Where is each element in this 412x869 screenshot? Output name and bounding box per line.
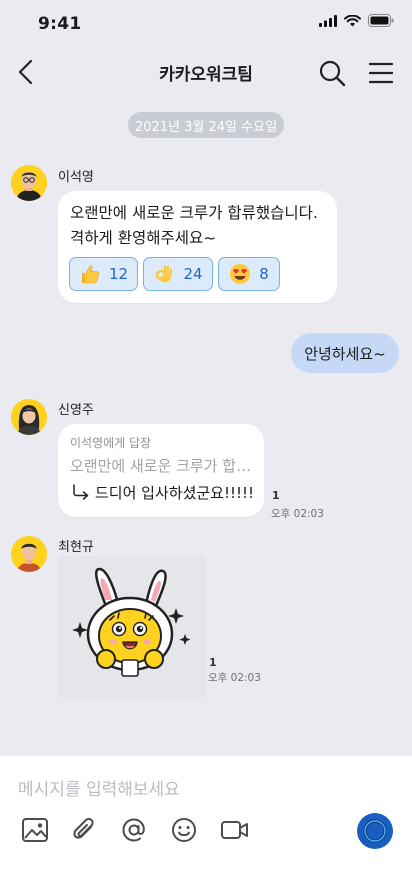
mention-button[interactable] — [119, 815, 149, 845]
composer — [0, 756, 412, 869]
chat-title: 카카오워크팀 — [159, 65, 253, 85]
status-icons — [319, 14, 394, 27]
thumbs-up-icon — [81, 265, 100, 284]
reaction-count: 24 — [183, 265, 203, 283]
date-divider: 2021년 3월 24일 수요일 — [128, 112, 284, 138]
unread-count: 1 — [272, 489, 280, 502]
message-text: 드디어 입사하셨군요!!!!! — [95, 484, 255, 502]
sender-name: 최현규 — [58, 540, 94, 555]
heart-eyes-icon — [230, 264, 251, 284]
paperclip-icon — [73, 817, 94, 839]
emoji-icon — [172, 818, 196, 842]
status-time: 9:41 — [38, 14, 82, 34]
menu-button[interactable] — [368, 60, 394, 86]
image-icon — [22, 818, 48, 842]
sender-name: 신영주 — [58, 403, 94, 418]
message-time: 오후 02:03 — [208, 672, 261, 684]
search-button[interactable] — [317, 58, 347, 88]
message-input[interactable]: 메시지를 입력해보세요 — [18, 775, 180, 800]
reaction-count: 12 — [108, 265, 129, 283]
reaction-ok-hand[interactable]: 24 — [143, 257, 213, 291]
assistant-ring-icon — [363, 819, 387, 843]
reaction-heart-eyes[interactable]: 8 — [218, 257, 280, 291]
quoted-text: 오랜만에 새로운 크루가 합… — [70, 457, 252, 475]
avatar-choi[interactable] — [11, 536, 47, 572]
my-message-bubble[interactable]: 안녕하세요~ — [291, 333, 399, 373]
woman-avatar-icon — [11, 399, 47, 435]
signal-icon — [319, 14, 337, 27]
attach-file-button[interactable] — [69, 815, 99, 845]
man-glasses-avatar-icon — [11, 165, 47, 201]
sender-name: 이석영 — [58, 170, 94, 185]
reply-target: 이석영에게 답장 — [70, 436, 152, 450]
video-icon — [221, 821, 248, 839]
hamburger-icon — [368, 62, 394, 84]
reaction-count: 8 — [259, 265, 269, 283]
reply-message-bubble[interactable]: 이석영에게 답장 오랜만에 새로운 크루가 합… 드디어 입사하셨군요!!!!! — [58, 424, 264, 517]
video-call-button[interactable] — [219, 815, 249, 845]
message-line: 격하게 환영해주세요~ — [70, 229, 217, 247]
message-line: 오랜만에 새로운 크루가 합류했습니다. — [70, 204, 318, 222]
message-time: 오후 02:03 — [271, 508, 324, 520]
message-bubble[interactable]: 오랜만에 새로운 크루가 합류했습니다. 격하게 환영해주세요~ 12 24 8 — [58, 191, 337, 303]
sticker[interactable] — [58, 556, 206, 699]
ok-hand-icon — [156, 265, 173, 283]
avatar-lee[interactable] — [11, 165, 47, 201]
man-avatar-icon — [11, 536, 47, 572]
rabbit-sticker — [58, 556, 206, 699]
reply-arrow-icon — [73, 484, 89, 500]
attach-image-button[interactable] — [20, 815, 50, 845]
search-icon — [319, 60, 346, 87]
reaction-thumbs-up[interactable]: 12 — [69, 257, 138, 291]
wifi-icon — [344, 14, 361, 26]
emoji-button[interactable] — [169, 815, 199, 845]
mention-icon — [122, 818, 145, 842]
send-button[interactable] — [357, 813, 393, 849]
battery-icon — [368, 14, 394, 27]
avatar-shin[interactable] — [11, 399, 47, 435]
unread-count: 1 — [209, 656, 217, 669]
